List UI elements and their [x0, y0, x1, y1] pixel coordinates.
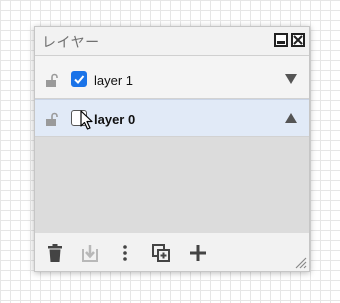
layer-name[interactable]: layer 0 [94, 112, 135, 127]
more-vertical-icon[interactable] [115, 243, 135, 263]
add-icon[interactable] [188, 243, 208, 263]
minimize-button[interactable] [274, 33, 288, 47]
layers-list-empty-area [35, 137, 309, 233]
move-down-icon[interactable] [284, 73, 298, 85]
panel-titlebar[interactable]: レイヤー [35, 27, 309, 56]
trash-icon[interactable] [45, 243, 65, 263]
layer-row-selected[interactable]: layer 0 [35, 99, 309, 137]
close-button[interactable] [291, 33, 305, 47]
mouse-cursor-icon [80, 110, 93, 130]
panel-title: レイヤー [42, 34, 100, 50]
layers-toolbar [35, 233, 309, 271]
layers-panel: レイヤー layer 1 layer 0 [34, 26, 310, 272]
visibility-checkbox[interactable] [71, 71, 87, 87]
duplicate-icon[interactable] [151, 243, 171, 263]
resize-grip-icon[interactable] [293, 255, 307, 269]
checkmark-icon [74, 75, 85, 84]
move-up-icon[interactable] [284, 112, 298, 124]
unlock-icon[interactable] [45, 112, 59, 126]
layer-row[interactable]: layer 1 [35, 61, 309, 99]
close-icon [293, 35, 303, 45]
merge-down-icon[interactable] [80, 243, 100, 263]
layer-name[interactable]: layer 1 [94, 73, 133, 88]
unlock-icon[interactable] [45, 73, 59, 87]
